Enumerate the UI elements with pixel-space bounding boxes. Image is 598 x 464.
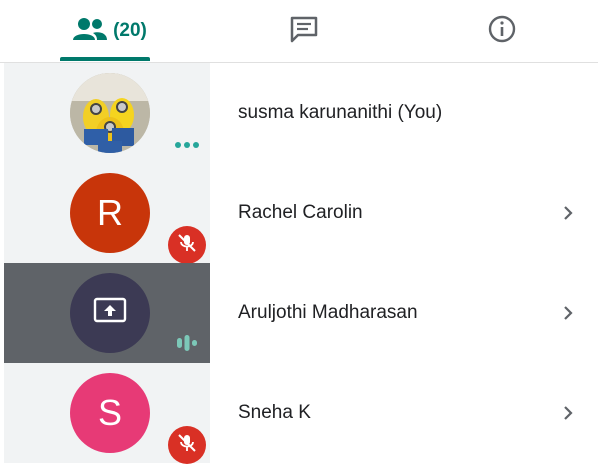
people-count: (20) bbox=[113, 20, 147, 41]
muted-badge bbox=[168, 426, 206, 464]
avatar: S bbox=[70, 373, 150, 453]
participant-name: Aruljothi Madharasan bbox=[238, 302, 418, 323]
present-screen-icon bbox=[93, 292, 127, 334]
avatar bbox=[70, 273, 150, 353]
participant-avatar-area: S bbox=[4, 363, 210, 464]
speaking-indicator bbox=[168, 326, 206, 364]
more-options-badge[interactable] bbox=[168, 126, 206, 164]
tab-people[interactable]: (20) bbox=[40, 0, 180, 62]
muted-badge bbox=[168, 226, 206, 264]
info-icon bbox=[487, 14, 517, 49]
participant-row[interactable]: S Sneha K bbox=[0, 363, 598, 464]
participant-name: Sneha K bbox=[238, 402, 311, 423]
avatar bbox=[70, 73, 150, 153]
chat-icon bbox=[289, 15, 319, 48]
participant-avatar-area bbox=[4, 63, 210, 163]
tab-info[interactable] bbox=[462, 0, 542, 62]
active-tab-indicator bbox=[60, 57, 150, 61]
mic-off-icon bbox=[176, 432, 198, 459]
avatar-initial: R bbox=[97, 192, 123, 233]
avatar-initial: S bbox=[97, 392, 122, 433]
tab-chat[interactable] bbox=[264, 0, 344, 62]
participant-row[interactable]: susma karunanithi (You) bbox=[0, 63, 598, 163]
avatar: R bbox=[70, 173, 150, 253]
audio-level-icon bbox=[174, 334, 200, 357]
participant-row[interactable]: Aruljothi Madharasan bbox=[0, 263, 598, 363]
participant-list: susma karunanithi (You) R Rachel Carolin bbox=[0, 63, 598, 464]
participant-row[interactable]: R Rachel Carolin bbox=[0, 163, 598, 264]
mic-off-icon bbox=[176, 232, 198, 259]
people-icon bbox=[73, 17, 108, 46]
chevron-right-icon[interactable] bbox=[558, 403, 578, 423]
chevron-right-icon[interactable] bbox=[558, 303, 578, 323]
participant-avatar-area bbox=[4, 263, 210, 363]
chevron-right-icon[interactable] bbox=[558, 203, 578, 223]
panel-tab-bar: (20) bbox=[0, 0, 598, 63]
participant-name: Rachel Carolin bbox=[238, 202, 363, 223]
more-dots-icon bbox=[174, 136, 200, 154]
participant-avatar-area: R bbox=[4, 163, 210, 264]
participant-name: susma karunanithi (You) bbox=[238, 102, 443, 123]
